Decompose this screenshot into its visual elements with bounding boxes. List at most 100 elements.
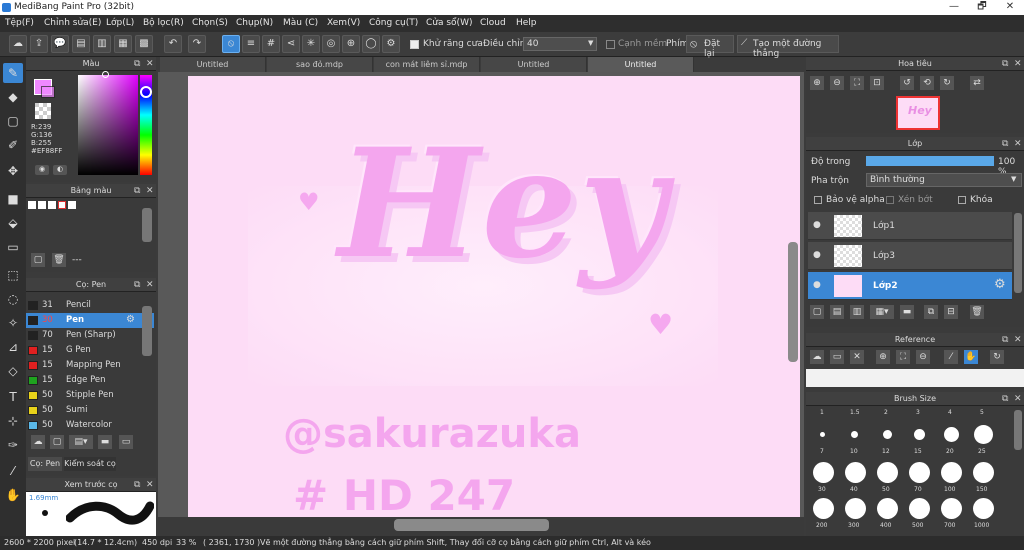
menu-filter[interactable]: Bộ lọc(R) (143, 18, 184, 28)
cloud-icon[interactable]: ☁ (810, 350, 824, 364)
brush-size-option[interactable]: 40 (840, 460, 872, 493)
move-tool-icon[interactable]: ✥ (3, 161, 23, 181)
new-palette-icon[interactable]: ▢ (31, 253, 45, 267)
add-brush-dropdown-icon[interactable]: ▤▾ (69, 435, 93, 449)
operation-tool-icon[interactable]: ⊹ (3, 411, 23, 431)
brush-item[interactable]: 50 Stipple Pen (26, 388, 154, 403)
lock-checkbox[interactable] (958, 196, 966, 204)
maximize-button[interactable]: 🗗 (968, 0, 996, 14)
close-button[interactable]: ✕ (996, 0, 1024, 14)
palette-scrollbar[interactable] (142, 208, 152, 242)
antialias-checkbox[interactable] (410, 40, 419, 49)
folder-open-icon[interactable]: ▭ (119, 435, 133, 449)
blend-mode-dropdown[interactable]: Bình thường ▼ (866, 173, 1022, 187)
eraser-tool-icon[interactable]: ◆ (3, 87, 23, 107)
vertical-scrollbar[interactable] (788, 242, 798, 362)
document-icon[interactable]: ▥ (93, 35, 111, 53)
menu-view[interactable]: Xem(V) (327, 18, 360, 28)
brush-item[interactable]: 15 Mapping Pen (26, 358, 154, 373)
soft-edge-checkbox[interactable] (606, 40, 615, 49)
canvas-artwork[interactable]: Hey ♥ ♥ @sakurazuka # HD 247 (188, 76, 800, 517)
transparent-color-swatch[interactable] (35, 103, 51, 119)
palette-swatch[interactable] (38, 201, 46, 209)
new-brush-icon[interactable]: ▢ (50, 435, 64, 449)
tab-document[interactable]: con mát liêm sỉ.mdp (374, 57, 480, 72)
gear-icon[interactable]: ⚙ (994, 277, 1006, 292)
brush-size-option[interactable]: 1000 (968, 496, 1000, 529)
palette-swatch[interactable] (48, 201, 56, 209)
select-pen-tool-icon[interactable]: ⊿ (3, 337, 23, 357)
template-icon[interactable]: ▦ (114, 35, 132, 53)
close-icon[interactable]: ✕ (1014, 392, 1022, 406)
close-icon[interactable]: ✕ (146, 278, 154, 292)
eyedropper-tool-icon[interactable]: ⁄ (3, 461, 23, 481)
menu-window[interactable]: Cửa sổ(W) (426, 18, 472, 28)
brush-item[interactable]: 15 Edge Pen (26, 373, 154, 388)
trash-icon[interactable]: 🗑 (52, 253, 66, 267)
share-icon[interactable]: ⇪ (30, 35, 48, 53)
brush-size-option[interactable]: 15 (904, 422, 936, 455)
layer-row-selected[interactable]: ● Lớp2 ⚙ (808, 272, 1012, 300)
rotate-left-icon[interactable]: ↺ (900, 76, 914, 90)
popout-icon[interactable]: ⧉ (1002, 57, 1008, 71)
popout-icon[interactable]: ⧉ (134, 478, 140, 492)
close-icon[interactable]: ✕ (146, 478, 154, 492)
fill-shape-tool-icon[interactable]: ■ (3, 189, 23, 209)
grid-snap-icon[interactable]: # (262, 35, 280, 53)
bucket-tool-icon[interactable]: ⬙ (3, 213, 23, 233)
brush-size-option[interactable]: 30 (808, 460, 840, 493)
gear-icon[interactable]: ⚙ (126, 314, 135, 325)
saturation-value-picker[interactable] (78, 75, 138, 175)
folder-icon[interactable]: ▬ (900, 305, 914, 319)
radial-snap-icon[interactable]: ✳ (302, 35, 320, 53)
concentric-snap-icon[interactable]: ◎ (322, 35, 340, 53)
color-wheel-icon[interactable]: ◉ (35, 165, 49, 175)
protect-alpha-checkbox[interactable] (814, 196, 822, 204)
menu-file[interactable]: Tệp(F) (5, 18, 34, 28)
hue-slider-handle[interactable] (140, 86, 152, 98)
eye-icon[interactable]: ● (813, 280, 821, 290)
brush-size-option[interactable]: 20 (936, 422, 968, 455)
menu-edit[interactable]: Chỉnh sửa(E) (44, 18, 101, 28)
popout-icon[interactable]: ⧉ (134, 278, 140, 292)
fit-window-icon[interactable]: ⛶ (896, 350, 910, 364)
zoom-out-icon[interactable]: ⊖ (830, 76, 844, 90)
close-icon[interactable]: ✕ (1014, 137, 1022, 151)
new-bitmap-layer-icon[interactable]: ▥ (850, 305, 864, 319)
brush-size-option[interactable]: 100 (936, 460, 968, 493)
brush-size-option[interactable]: 700 (936, 496, 968, 529)
menu-help[interactable]: Help (516, 18, 537, 28)
popout-icon[interactable]: ⧉ (134, 57, 140, 71)
close-icon[interactable]: ✕ (146, 57, 154, 71)
flip-icon[interactable]: ⇄ (970, 76, 984, 90)
brush-size-option[interactable]: 50 (872, 460, 904, 493)
tab-document[interactable]: Untitled (481, 57, 587, 72)
dot-pen-tool-icon[interactable]: ✐ (3, 135, 23, 155)
new-layer-icon[interactable]: ▢ (810, 305, 824, 319)
rotate-reset-icon[interactable]: ⟲ (920, 76, 934, 90)
eye-icon[interactable]: ● (813, 220, 821, 230)
popout-icon[interactable]: ⧉ (1002, 392, 1008, 406)
tab-brush[interactable]: Cọ: Pen (28, 457, 62, 471)
select-eraser-tool-icon[interactable]: ◇ (3, 361, 23, 381)
rotate-icon[interactable]: ↻ (990, 350, 1004, 364)
layer-scrollbar[interactable] (1014, 213, 1022, 293)
rotate-right-icon[interactable]: ↻ (940, 76, 954, 90)
save-icon[interactable]: ▤ (72, 35, 90, 53)
layer-row[interactable]: ● Lớp3 (808, 242, 1012, 270)
close-icon[interactable]: ✕ (1014, 333, 1022, 347)
brush-size-option[interactable]: 10 (840, 422, 872, 455)
rectangle-tool-icon[interactable]: ▢ (3, 111, 23, 131)
perspective-snap-icon[interactable]: ⋖ (282, 35, 300, 53)
undo-icon[interactable]: ↶ (164, 35, 182, 53)
duplicate-layer-icon[interactable]: ⧉ (924, 305, 938, 319)
brush-item[interactable]: 31 Pencil (26, 298, 154, 313)
secondary-color-swatch[interactable] (41, 86, 55, 98)
popout-icon[interactable]: ⧉ (134, 184, 140, 198)
reset-button[interactable]: ⦸ Đặt lại (686, 35, 734, 59)
clipping-checkbox[interactable] (886, 196, 894, 204)
menu-tools[interactable]: Công cụ(T) (369, 18, 418, 28)
divide-tool-icon[interactable]: ✑ (3, 435, 23, 455)
zoom-out-icon[interactable]: ⊖ (916, 350, 930, 364)
actual-size-icon[interactable]: ⊡ (870, 76, 884, 90)
